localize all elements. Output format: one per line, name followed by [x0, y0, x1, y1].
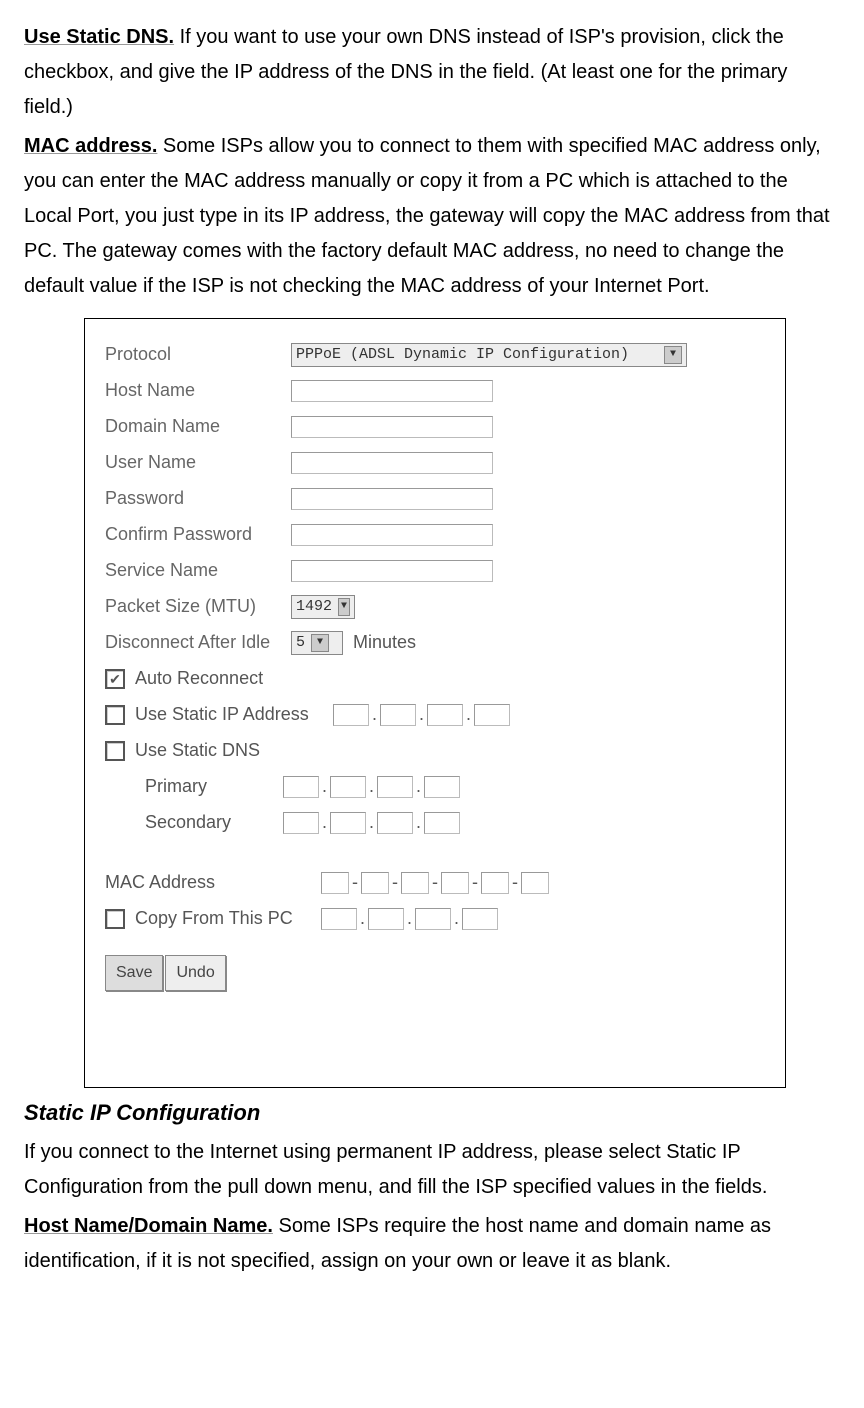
undo-button[interactable]: Undo	[165, 955, 225, 991]
row-service: Service Name	[105, 553, 775, 589]
label-confirm: Confirm Password	[105, 519, 291, 551]
save-button[interactable]: Save	[105, 955, 163, 991]
secondary-dns-3[interactable]	[377, 812, 413, 834]
static-ip-octet-4[interactable]	[474, 704, 510, 726]
primary-dns-4[interactable]	[424, 776, 460, 798]
chevron-down-icon: ▼	[311, 634, 329, 652]
row-secondary-dns: Secondary . . .	[145, 805, 775, 841]
label-service: Service Name	[105, 555, 291, 587]
static-ip-octet-2[interactable]	[380, 704, 416, 726]
row-static-dns: Use Static DNS	[105, 733, 775, 769]
label-minutes: Minutes	[353, 627, 416, 659]
auto-reconnect-checkbox[interactable]: ✔	[105, 669, 125, 689]
hostname-input[interactable]	[291, 380, 493, 402]
confirm-input[interactable]	[291, 524, 493, 546]
row-mtu: Packet Size (MTU) 1492 ▼	[105, 589, 775, 625]
heading-static-ip: Static IP Configuration	[24, 1094, 840, 1133]
protocol-select[interactable]: PPPoE (ADSL Dynamic IP Configuration) ▼	[291, 343, 687, 367]
row-primary-dns: Primary . . .	[145, 769, 775, 805]
paragraph-static-ip: If you connect to the Internet using per…	[24, 1135, 840, 1205]
static-ip-octet-3[interactable]	[427, 704, 463, 726]
paragraph-mac-address: MAC address. Some ISPs allow you to conn…	[24, 129, 840, 304]
label-static-ip: Use Static IP Address	[135, 699, 333, 731]
static-ip-octet-1[interactable]	[333, 704, 369, 726]
static-ip-checkbox[interactable]	[105, 705, 125, 725]
mac-4[interactable]	[441, 872, 469, 894]
service-input[interactable]	[291, 560, 493, 582]
domainname-input[interactable]	[291, 416, 493, 438]
row-auto-reconnect: ✔ Auto Reconnect	[105, 661, 775, 697]
label-static-dns: Use Static DNS	[135, 735, 260, 767]
idle-select[interactable]: 5 ▼	[291, 631, 343, 655]
primary-dns-2[interactable]	[330, 776, 366, 798]
row-username: User Name	[105, 445, 775, 481]
mac-1[interactable]	[321, 872, 349, 894]
protocol-value: PPPoE (ADSL Dynamic IP Configuration)	[296, 342, 629, 368]
mac-6[interactable]	[521, 872, 549, 894]
row-confirm: Confirm Password	[105, 517, 775, 553]
copy-pc-checkbox[interactable]	[105, 909, 125, 929]
mac-2[interactable]	[361, 872, 389, 894]
row-protocol: Protocol PPPoE (ADSL Dynamic IP Configur…	[105, 337, 775, 373]
mac-5[interactable]	[481, 872, 509, 894]
label-copy-pc: Copy From This PC	[135, 903, 321, 935]
row-password: Password	[105, 481, 775, 517]
label-auto-reconnect: Auto Reconnect	[135, 663, 263, 695]
label-static-dns-bold: Use Static DNS.	[24, 26, 174, 48]
chevron-down-icon: ▼	[338, 598, 350, 616]
password-input[interactable]	[291, 488, 493, 510]
label-primary: Primary	[145, 771, 283, 803]
label-secondary: Secondary	[145, 807, 283, 839]
row-domainname: Domain Name	[105, 409, 775, 445]
label-mac-bold: MAC address.	[24, 135, 157, 157]
row-mac-address: MAC Address - - - - -	[105, 865, 775, 901]
row-static-ip: Use Static IP Address . . .	[105, 697, 775, 733]
mtu-value: 1492	[296, 594, 332, 620]
paragraph-hostname: Host Name/Domain Name. Some ISPs require…	[24, 1209, 840, 1279]
idle-value: 5	[296, 630, 305, 656]
label-protocol: Protocol	[105, 339, 291, 371]
secondary-dns-2[interactable]	[330, 812, 366, 834]
label-mac-address: MAC Address	[105, 867, 321, 899]
text-mac: Some ISPs allow you to connect to them w…	[24, 135, 830, 297]
primary-dns-3[interactable]	[377, 776, 413, 798]
config-form-screenshot: Protocol PPPoE (ADSL Dynamic IP Configur…	[84, 318, 786, 1088]
copy-pc-ip-1[interactable]	[321, 908, 357, 930]
row-buttons: Save Undo	[105, 955, 775, 991]
label-idle: Disconnect After Idle	[105, 627, 291, 659]
secondary-dns-1[interactable]	[283, 812, 319, 834]
row-copy-pc: Copy From This PC . . .	[105, 901, 775, 937]
mtu-select[interactable]: 1492 ▼	[291, 595, 355, 619]
chevron-down-icon: ▼	[664, 346, 682, 364]
mac-3[interactable]	[401, 872, 429, 894]
copy-pc-ip-3[interactable]	[415, 908, 451, 930]
paragraph-static-dns: Use Static DNS. If you want to use your …	[24, 20, 840, 125]
static-dns-checkbox[interactable]	[105, 741, 125, 761]
primary-dns-1[interactable]	[283, 776, 319, 798]
copy-pc-ip-4[interactable]	[462, 908, 498, 930]
row-idle: Disconnect After Idle 5 ▼ Minutes	[105, 625, 775, 661]
label-domainname: Domain Name	[105, 411, 291, 443]
label-hostname: Host Name	[105, 375, 291, 407]
label-password: Password	[105, 483, 291, 515]
label-mtu: Packet Size (MTU)	[105, 591, 291, 623]
label-hostname-bold: Host Name/Domain Name.	[24, 1215, 273, 1237]
secondary-dns-4[interactable]	[424, 812, 460, 834]
label-username: User Name	[105, 447, 291, 479]
username-input[interactable]	[291, 452, 493, 474]
copy-pc-ip-2[interactable]	[368, 908, 404, 930]
row-hostname: Host Name	[105, 373, 775, 409]
